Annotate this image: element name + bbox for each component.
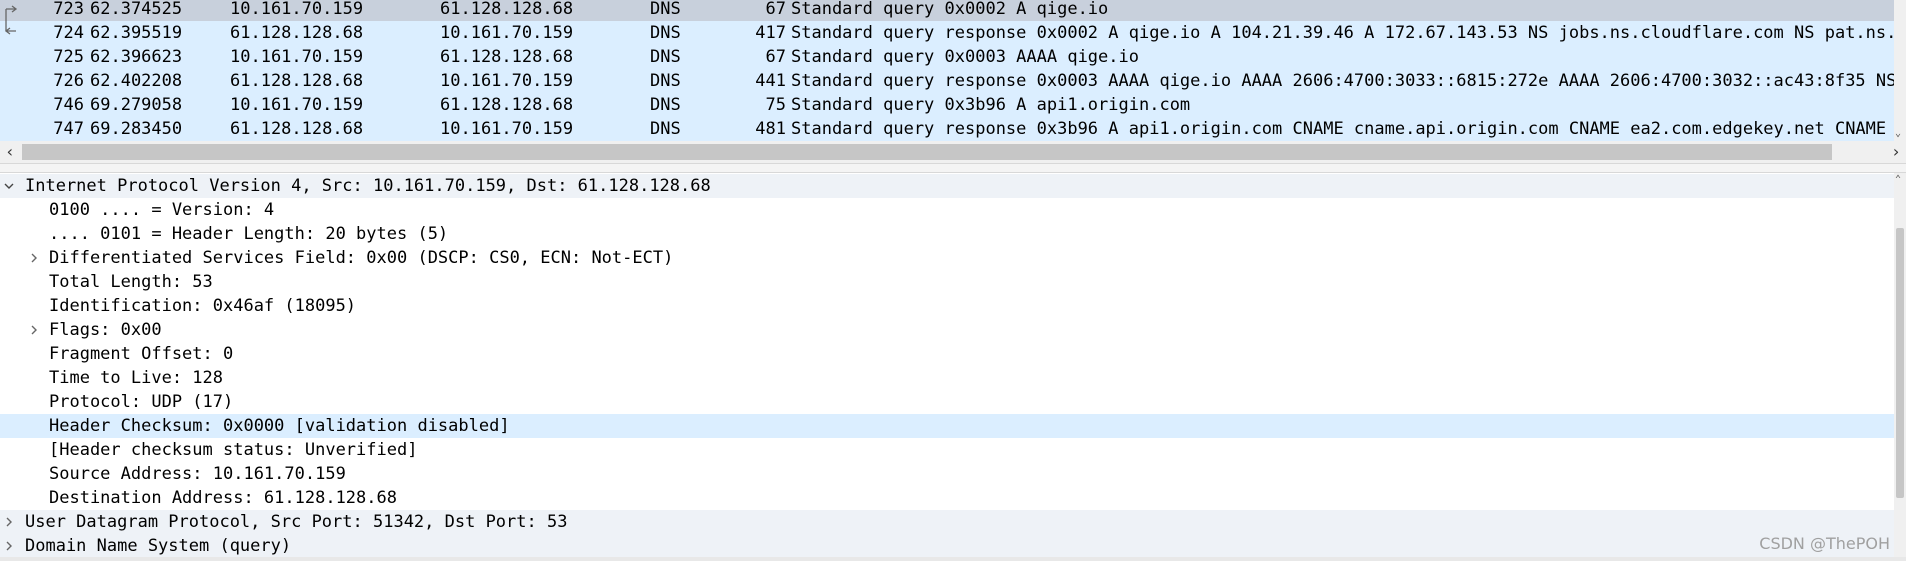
chevron-down-icon[interactable] [3,174,17,198]
packet-protocol: DNS [650,0,681,19]
tree-node-field[interactable]: Source Address: 10.161.70.159 [0,462,1894,486]
packet-length: 75 [765,95,786,115]
tree-node-field[interactable]: Fragment Offset: 0 [0,342,1894,366]
packet-details-tree[interactable]: Internet Protocol Version 4, Src: 10.161… [0,173,1894,561]
chevron-right-icon[interactable] [3,534,17,558]
packet-destination: 10.161.70.159 [440,23,574,43]
bottom-border [0,557,1906,561]
tree-node-protocol[interactable]: Internet Protocol Version 4, Src: 10.161… [0,174,1894,198]
tree-node-field[interactable]: Differentiated Services Field: 0x00 (DSC… [0,246,1894,270]
tree-node-field[interactable]: Total Length: 53 [0,270,1894,294]
packet-source: 10.161.70.159 [230,47,364,67]
packet-info: Standard query response 0x0002 A qige.io… [791,23,1906,43]
tree-node-label: Destination Address: 61.128.128.68 [49,488,397,508]
tree-node-label: Internet Protocol Version 4, Src: 10.161… [25,176,711,196]
packet-time: 69.279058 [90,95,183,115]
packet-info: Standard query response 0x3b96 A api1.or… [791,119,1906,139]
packet-time: 62.395519 [90,23,183,43]
packet-protocol: DNS [650,119,681,139]
packet-list[interactable]: 723 62.374525 10.161.70.159 61.128.128.68 DN… [0,0,1906,141]
packet-destination: 61.128.128.68 [440,47,574,67]
packet-row[interactable]: 723 62.374525 10.161.70.159 61.128.128.68 DN… [0,0,1894,21]
packet-info: Standard query 0x0003 AAAA qige.io [791,47,1139,67]
scrollbar-thumb[interactable] [1896,228,1904,498]
watermark-text: CSDN @ThePOH [1759,534,1890,553]
packet-protocol: DNS [650,47,681,67]
tree-node-field[interactable]: Time to Live: 128 [0,366,1894,390]
packet-destination: 10.161.70.159 [440,71,574,91]
tree-node-field[interactable]: Protocol: UDP (17) [0,390,1894,414]
packet-number: 746 [53,95,84,115]
packet-source: 61.128.128.68 [230,119,364,139]
packet-protocol: DNS [650,95,681,115]
tree-node-field[interactable]: 0100 .... = Version: 4 [0,198,1894,222]
tree-node-field[interactable]: Identification: 0x46af (18095) [0,294,1894,318]
tree-node-label: Source Address: 10.161.70.159 [49,464,346,484]
packet-source: 10.161.70.159 [230,95,364,115]
pane-splitter[interactable] [0,163,1906,173]
chevron-right-icon[interactable] [3,510,17,534]
tree-node-label: Differentiated Services Field: 0x00 (DSC… [49,248,674,268]
tree-node-label: Header Checksum: 0x0000 [validation disa… [49,416,510,436]
response-marker-icon [4,21,16,35]
packet-row[interactable]: 726 62.402208 61.128.128.68 10.161.70.159 DN… [0,69,1906,93]
packet-info: Standard query response 0x0003 AAAA qige… [791,71,1906,91]
tree-node-label: .... 0101 = Header Length: 20 bytes (5) [49,224,449,244]
tree-node-protocol[interactable]: User Datagram Protocol, Src Port: 51342,… [0,510,1894,534]
tree-node-field[interactable]: .... 0101 = Header Length: 20 bytes (5) [0,222,1894,246]
tree-node-field[interactable]: Destination Address: 61.128.128.68 [0,486,1894,510]
packet-protocol: DNS [650,71,681,91]
tree-node-label: [Header checksum status: Unverified] [49,440,418,460]
packet-number: 725 [53,47,84,67]
packet-number: 747 [53,119,84,139]
request-marker-icon [5,5,18,21]
tree-node-label: User Datagram Protocol, Src Port: 51342,… [25,512,568,532]
chevron-right-icon[interactable] [28,318,42,342]
tree-node-field[interactable]: Flags: 0x00 [0,318,1894,342]
arrow-right-icon[interactable]: › [1886,141,1906,163]
tree-node-field[interactable]: [Header checksum status: Unverified] [0,438,1894,462]
packet-time: 62.402208 [90,71,183,91]
packet-row[interactable]: 746 69.279058 10.161.70.159 61.128.128.68 DN… [0,93,1894,117]
tree-node-label: Identification: 0x46af (18095) [49,296,357,316]
packet-number: 726 [53,71,84,91]
packet-source: 10.161.70.159 [230,0,364,19]
packet-row[interactable]: 747 69.283450 61.128.128.68 10.161.70.159 DN… [0,117,1906,141]
scroll-up-icon[interactable]: ⌃ [1895,175,1901,185]
tree-node-field[interactable]: Header Checksum: 0x0000 [validation disa… [0,414,1894,438]
packet-time: 69.283450 [90,119,183,139]
tree-node-label: Domain Name System (query) [25,536,292,556]
packet-info: Standard query 0x0002 A qige.io [791,0,1109,19]
arrow-left-icon[interactable]: ‹ [0,141,20,163]
tree-node-label: 0100 .... = Version: 4 [49,200,275,220]
packet-time: 62.374525 [90,0,183,19]
packet-protocol: DNS [650,23,681,43]
packet-list-vertical-scrollbar[interactable]: ⌄ [1894,0,1906,141]
packet-length: 67 [765,0,786,19]
packet-list-horizontal-scrollbar[interactable]: ‹ › [0,141,1906,163]
tree-node-label: Time to Live: 128 [49,368,223,388]
tree-node-label: Total Length: 53 [49,272,213,292]
packet-length: 67 [765,47,786,67]
packet-destination: 10.161.70.159 [440,119,574,139]
packet-row[interactable]: 725 62.396623 10.161.70.159 61.128.128.68 DN… [0,45,1894,69]
tree-node-label: Protocol: UDP (17) [49,392,234,412]
tree-node-label: Fragment Offset: 0 [49,344,234,364]
packet-length: 481 [755,119,786,139]
packet-source: 61.128.128.68 [230,71,364,91]
packet-destination: 61.128.128.68 [440,95,574,115]
chevron-right-icon[interactable] [28,246,42,270]
packet-destination: 61.128.128.68 [440,0,574,19]
scroll-down-icon[interactable]: ⌄ [1895,129,1901,139]
packet-row[interactable]: 724 62.395519 61.128.128.68 10.161.70.159 DN… [0,21,1906,45]
packet-time: 62.396623 [90,47,183,67]
tree-node-label: Flags: 0x00 [49,320,162,340]
tree-node-protocol[interactable]: Domain Name System (query) [0,534,1894,558]
packet-length: 441 [755,71,786,91]
packet-info: Standard query 0x3b96 A api1.origin.com [791,95,1191,115]
packet-source: 61.128.128.68 [230,23,364,43]
details-vertical-scrollbar[interactable]: ⌃ [1894,173,1906,561]
scrollbar-thumb[interactable] [22,144,1832,160]
packet-length: 417 [755,23,786,43]
